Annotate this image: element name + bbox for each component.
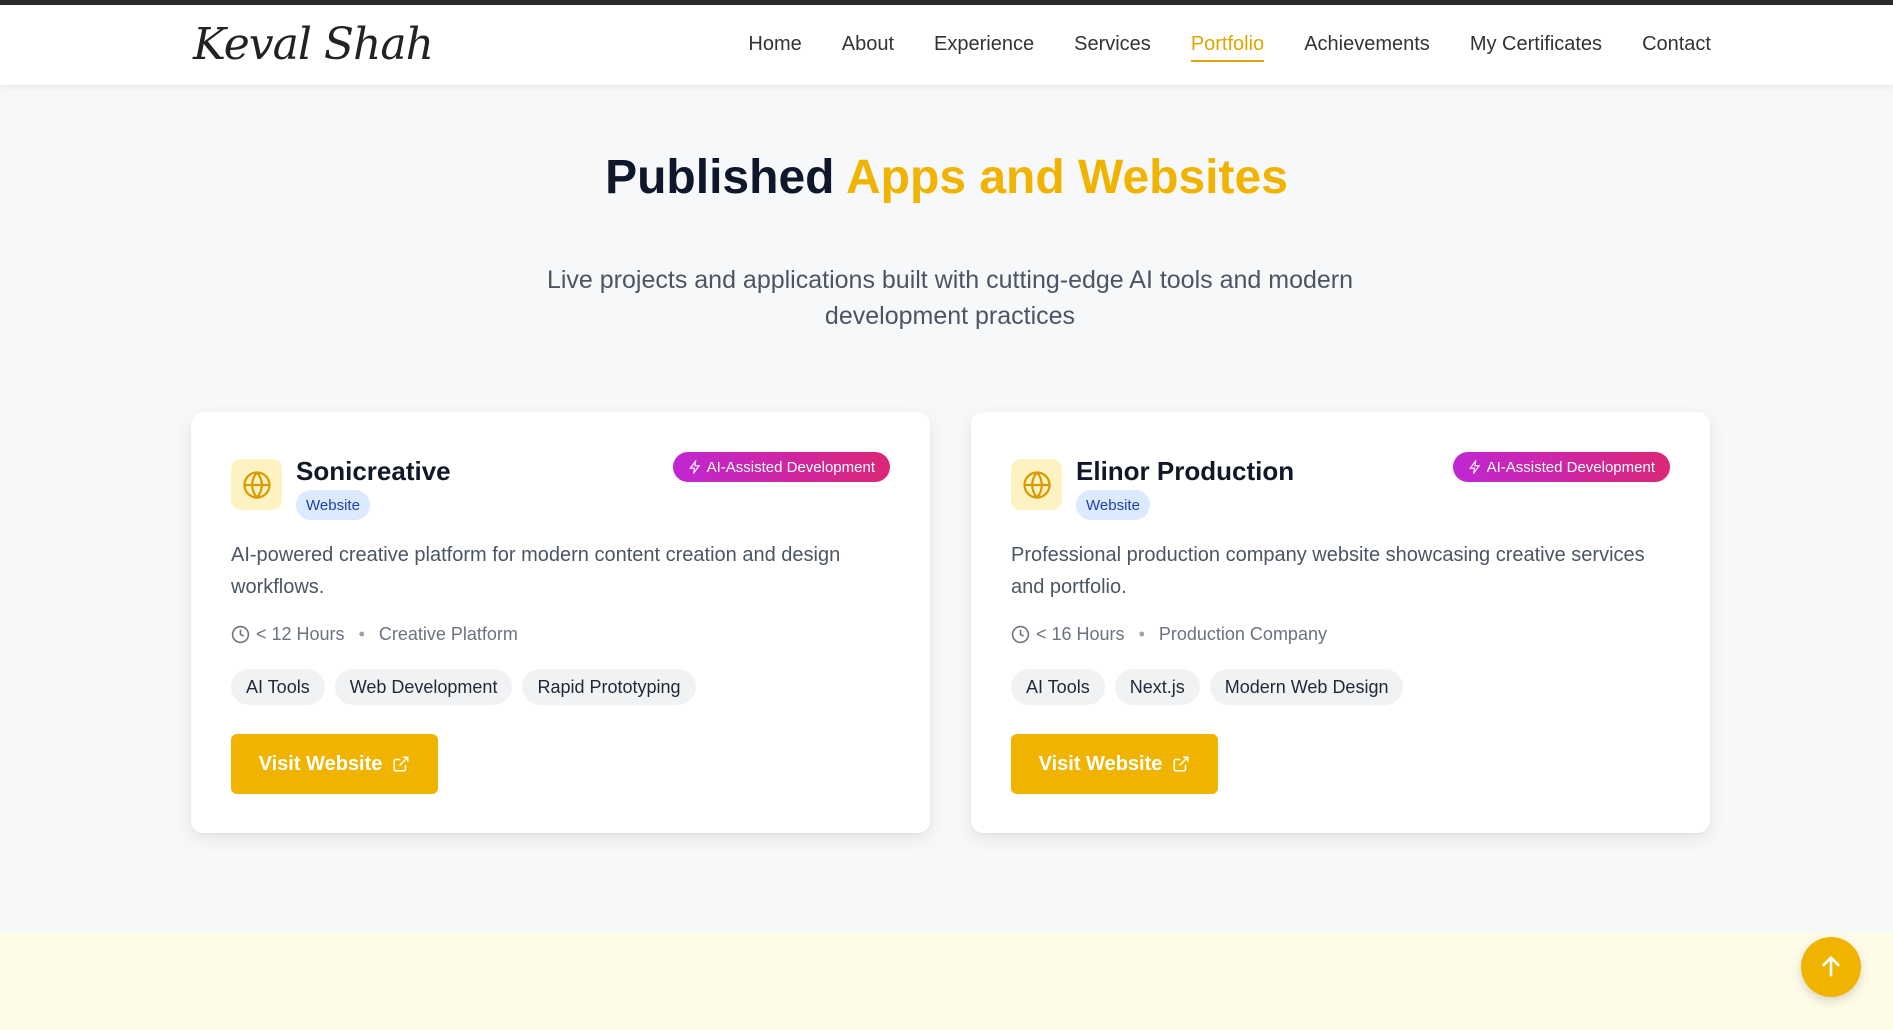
arrow-up-icon	[1821, 955, 1841, 977]
project-type-badge: Website	[296, 490, 370, 520]
project-type-badge: Website	[1076, 490, 1150, 520]
visit-website-button[interactable]: Visit Website	[231, 734, 438, 794]
ai-badge-label: AI-Assisted Development	[706, 458, 875, 476]
scroll-to-top-button[interactable]	[1801, 937, 1861, 997]
project-title: Elinor Production	[1076, 456, 1295, 486]
nav-link-home[interactable]: Home	[748, 33, 801, 62]
project-tags: AI Tools Next.js Modern Web Design	[1011, 669, 1404, 705]
project-card: Elinor Production Website AI-Assisted De…	[971, 412, 1710, 833]
project-meta: < 16 Hours • Production Company	[1011, 624, 1327, 645]
globe-icon	[231, 459, 282, 510]
tag: AI Tools	[1011, 669, 1105, 705]
nav-link-experience[interactable]: Experience	[934, 33, 1034, 62]
project-category: Creative Platform	[378, 624, 518, 644]
project-duration: < 12 Hours	[256, 624, 345, 644]
visit-website-button[interactable]: Visit Website	[1011, 734, 1218, 794]
nav-link-portfolio[interactable]: Portfolio	[1190, 33, 1265, 62]
lightning-icon	[1468, 460, 1480, 474]
tag: Modern Web Design	[1209, 669, 1404, 705]
next-section-background	[0, 932, 1893, 1030]
nav-link-certificates[interactable]: My Certificates	[1470, 33, 1602, 62]
ai-badge-label: AI-Assisted Development	[1486, 458, 1655, 476]
project-tags: AI Tools Web Development Rapid Prototypi…	[231, 669, 696, 705]
project-meta: < 12 Hours • Creative Platform	[231, 624, 518, 645]
section-title-accent: Apps and Websites	[846, 151, 1288, 204]
visit-button-label: Visit Website	[258, 752, 383, 775]
nav-link-about[interactable]: About	[842, 33, 894, 62]
section-title-main: Published	[605, 151, 835, 204]
project-title: Sonicreative	[296, 456, 451, 486]
navbar: Keval Shah Home About Experience Service…	[0, 5, 1893, 85]
project-duration: < 16 Hours	[1036, 624, 1125, 644]
site-logo[interactable]: Keval Shah	[193, 19, 434, 70]
clock-icon	[231, 625, 250, 644]
lightning-icon	[688, 460, 700, 474]
project-category: Production Company	[1158, 624, 1327, 644]
ai-assisted-badge: AI-Assisted Development	[672, 452, 890, 482]
nav-link-services[interactable]: Services	[1074, 33, 1151, 62]
nav-link-contact[interactable]: Contact	[1642, 33, 1711, 62]
tag: Rapid Prototyping	[522, 669, 696, 705]
ai-assisted-badge: AI-Assisted Development	[1452, 452, 1670, 482]
nav-link-achievements[interactable]: Achievements	[1304, 33, 1430, 62]
meta-separator: •	[1138, 624, 1145, 644]
project-description: AI-powered creative platform for modern …	[231, 544, 841, 598]
tag: Web Development	[334, 669, 513, 705]
nav-menu: Home About Experience Services Portfolio…	[748, 33, 1711, 62]
external-link-icon	[1173, 756, 1189, 772]
external-link-icon	[393, 756, 409, 772]
clock-icon	[1011, 625, 1030, 644]
project-card: Sonicreative Website AI-Assisted Develop…	[191, 412, 930, 833]
section-title: Published Apps and Websites	[0, 150, 1893, 205]
visit-button-label: Visit Website	[1038, 752, 1163, 775]
tag: AI Tools	[231, 669, 325, 705]
tag: Next.js	[1114, 669, 1200, 705]
project-description: Professional production company website …	[1011, 544, 1645, 598]
meta-separator: •	[358, 624, 365, 644]
section-subtitle: Live projects and applications built wit…	[546, 266, 1354, 330]
globe-icon	[1011, 459, 1062, 510]
